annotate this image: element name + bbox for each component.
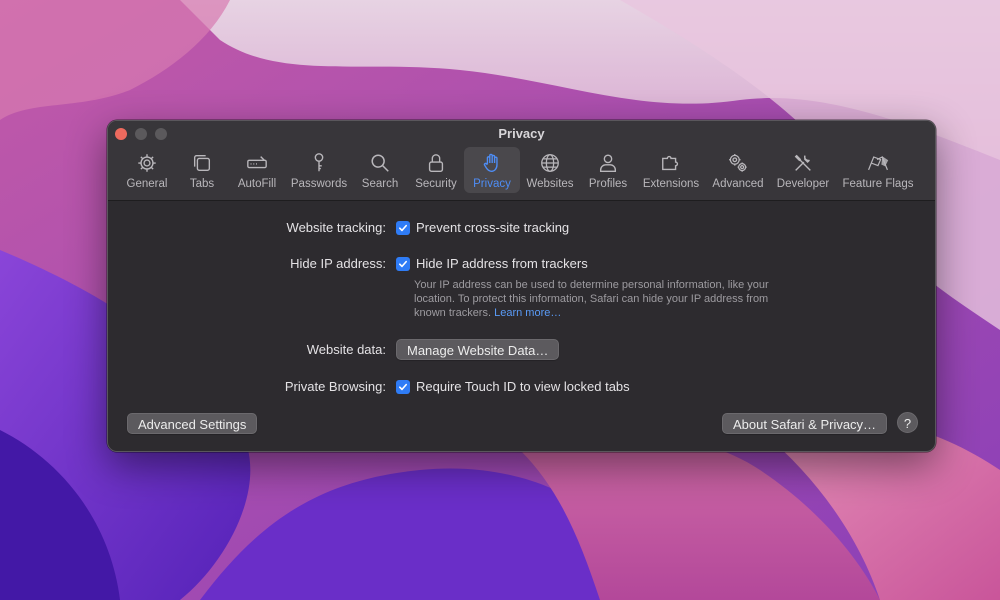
hide-ip-checkbox-label[interactable]: Hide IP address from trackers — [416, 256, 588, 271]
tab-tabs[interactable]: Tabs — [176, 147, 228, 193]
settings-toolbar: General Tabs AutoFill Passwords Search S… — [118, 147, 920, 195]
tab-autofill[interactable]: AutoFill — [228, 147, 286, 193]
hide-ip-description: Your IP address can be used to determine… — [414, 278, 774, 320]
lock-icon — [424, 151, 448, 175]
tab-label: Search — [361, 178, 399, 190]
person-icon — [596, 151, 620, 175]
tab-label: Websites — [526, 178, 574, 190]
tab-label: Passwords — [290, 178, 348, 190]
tab-label: Developer — [776, 178, 830, 190]
website-tracking-label: Website tracking: — [286, 220, 386, 235]
prevent-tracking-label[interactable]: Prevent cross-site tracking — [416, 220, 569, 235]
tools-icon — [791, 151, 815, 175]
window-title: Privacy — [498, 126, 545, 141]
flags-icon — [866, 151, 890, 175]
tab-extensions[interactable]: Extensions — [636, 147, 706, 193]
key-icon — [307, 151, 331, 175]
manage-website-data-button[interactable]: Manage Website Data… — [396, 339, 560, 360]
checkmark-icon — [399, 383, 407, 391]
checkmark-icon — [399, 224, 407, 232]
globe-icon — [538, 151, 562, 175]
tab-label: AutoFill — [237, 178, 277, 190]
help-button[interactable]: ? — [897, 412, 918, 433]
tab-advanced[interactable]: Advanced — [706, 147, 770, 193]
window-titlebar: Privacy General Tabs AutoFill Passwords … — [108, 121, 935, 201]
autofill-icon — [245, 151, 269, 175]
tab-label: Advanced — [712, 178, 764, 190]
tab-label: Privacy — [473, 178, 511, 190]
require-touch-id-label[interactable]: Require Touch ID to view locked tabs — [416, 379, 630, 394]
about-safari-privacy-button[interactable]: About Safari & Privacy… — [722, 413, 888, 434]
puzzle-icon — [659, 151, 683, 175]
advanced-settings-button[interactable]: Advanced Settings — [127, 413, 258, 434]
gears-icon — [726, 151, 750, 175]
tab-feature-flags[interactable]: Feature Flags — [836, 147, 920, 193]
privacy-pane: Website tracking: Prevent cross-site tra… — [108, 201, 935, 451]
hand-icon — [480, 151, 504, 175]
tab-general[interactable]: General — [118, 147, 176, 193]
private-browsing-label: Private Browsing: — [284, 379, 386, 394]
hide-ip-checkbox[interactable] — [396, 257, 410, 271]
tab-security[interactable]: Security — [408, 147, 464, 193]
hide-ip-label: Hide IP address: — [290, 256, 386, 271]
tab-label: General — [126, 178, 168, 190]
tab-websites[interactable]: Websites — [520, 147, 580, 193]
checkmark-icon — [399, 260, 407, 268]
tab-label: Tabs — [189, 178, 215, 190]
tab-label: Extensions — [642, 178, 700, 190]
tab-search[interactable]: Search — [352, 147, 408, 193]
tab-developer[interactable]: Developer — [770, 147, 836, 193]
tabs-icon — [190, 151, 214, 175]
tab-label: Feature Flags — [842, 178, 914, 190]
search-icon — [368, 151, 392, 175]
hide-ip-description-text: Your IP address can be used to determine… — [414, 279, 769, 319]
gear-icon — [135, 151, 159, 175]
tab-privacy[interactable]: Privacy — [464, 147, 520, 193]
tab-label: Profiles — [588, 178, 628, 190]
require-touch-id-checkbox[interactable] — [396, 380, 410, 394]
tab-label: Security — [415, 178, 457, 190]
prevent-tracking-checkbox[interactable] — [396, 221, 410, 235]
tab-profiles[interactable]: Profiles — [580, 147, 636, 193]
learn-more-link[interactable]: Learn more… — [494, 307, 561, 319]
tab-passwords[interactable]: Passwords — [286, 147, 352, 193]
safari-settings-window: Privacy General Tabs AutoFill Passwords … — [107, 120, 936, 452]
website-data-label: Website data: — [306, 342, 386, 357]
